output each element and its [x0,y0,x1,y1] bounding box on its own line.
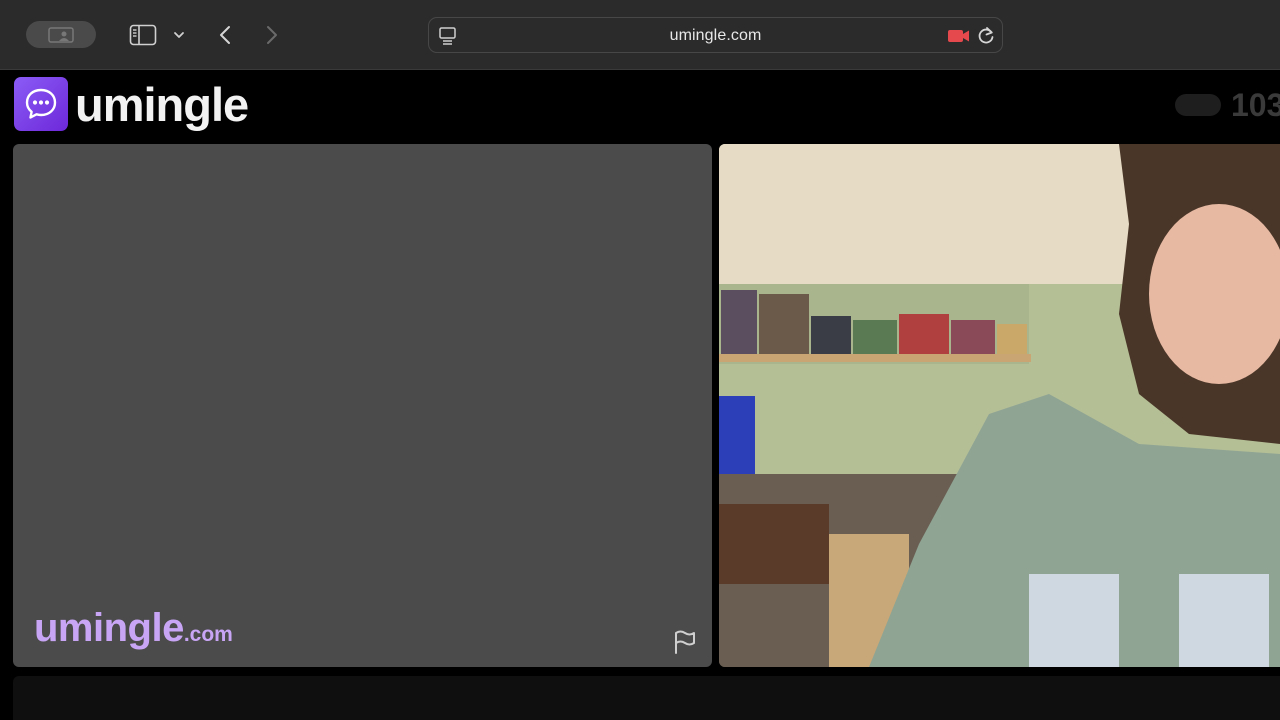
profile-button[interactable] [26,21,96,48]
watermark: umingle.com [34,606,233,651]
browser-toolbar: umingle.com [0,0,1280,70]
chevron-down-icon [174,32,184,38]
tab-group-menu-button[interactable] [170,25,188,45]
url-text[interactable]: umingle.com [429,27,1002,45]
back-arrow-icon [220,26,230,44]
chat-bubble-icon [25,88,57,119]
forward-arrow-icon [267,26,277,44]
sidebar-icon [129,24,157,46]
logo-text[interactable]: umingle [75,77,249,133]
bottom-control-bar [13,676,1280,720]
flag-icon [675,630,695,654]
back-button[interactable] [212,20,238,50]
stranger-video-panel: umingle.com [13,144,712,667]
watermark-tld: .com [183,623,233,646]
toggle-switch[interactable] [1175,94,1221,116]
page-content: umingle 103 umingle.com [0,71,1280,720]
reload-icon [978,27,994,44]
self-camera-panel [719,144,1280,667]
profile-icon [48,26,74,43]
webcam-feed-image [719,144,1280,667]
reload-button[interactable] [976,25,996,47]
watermark-main: umingle [34,606,184,650]
address-bar[interactable]: umingle.com [428,17,1003,53]
camera-recording-icon [948,30,969,42]
forward-button[interactable] [259,20,285,50]
camera-indicator-button[interactable] [947,27,971,45]
logo-mark[interactable] [14,77,68,131]
report-button[interactable] [671,628,699,656]
sidebar-toggle-button[interactable] [128,21,158,49]
online-count: 103 [1231,87,1280,123]
